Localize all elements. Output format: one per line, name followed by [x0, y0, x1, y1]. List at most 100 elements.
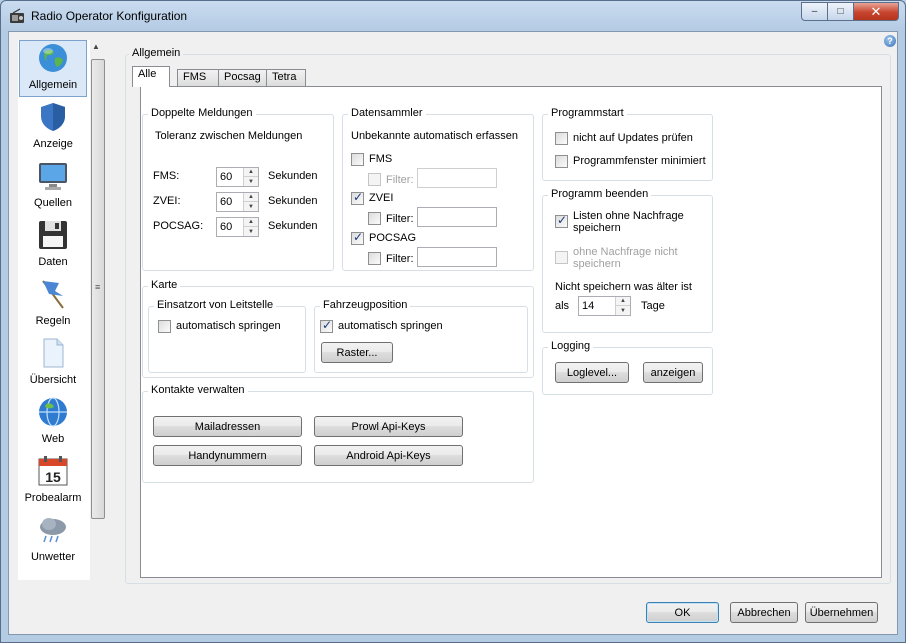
no-save-label: ohne Nachfrage nicht [573, 246, 678, 258]
handynummern-button[interactable]: Handynummern [153, 445, 302, 466]
spin-down-icon[interactable]: ▼ [616, 306, 630, 315]
programmstart-group: Programmstart nicht auf Updates prüfen P… [542, 107, 713, 181]
window-title: Radio Operator Konfiguration [31, 9, 188, 23]
spin-up-icon[interactable]: ▲ [244, 168, 258, 177]
sidebar-item-label: Regeln [35, 315, 71, 327]
sidebar-item-daten[interactable]: Daten [18, 217, 90, 273]
sidebar-item-label: Quellen [34, 197, 72, 209]
no-save-checkbox[interactable] [555, 251, 568, 264]
sidebar-item-unwetter[interactable]: Unwetter [18, 512, 90, 568]
pocsag-label: POCSAG: [153, 220, 204, 232]
save-lists-checkbox[interactable]: ✓ [555, 213, 568, 228]
pocsag-filter-input[interactable] [417, 247, 497, 267]
spin-down-icon[interactable]: ▼ [244, 177, 258, 186]
zvei-collect-checkbox[interactable]: ✓ [351, 190, 364, 205]
sidebar-scrollbar[interactable]: ▲ ≡ [90, 40, 107, 580]
minimize-button[interactable]: – [801, 2, 828, 21]
fms-label: FMS: [153, 170, 180, 182]
scroll-up-icon[interactable]: ▲ [92, 42, 100, 51]
fms-filter-label: Filter: [386, 174, 414, 186]
storm-cloud-icon [40, 518, 66, 543]
einsatzort-autojump-checkbox[interactable] [158, 320, 171, 333]
spin-up-icon[interactable]: ▲ [244, 193, 258, 202]
ok-button[interactable]: OK [646, 602, 719, 623]
android-api-keys-button[interactable]: Android Api-Keys [314, 445, 463, 466]
tolerance-label: Toleranz zwischen Meldungen [155, 130, 303, 142]
web-globe-icon [39, 397, 67, 427]
tab-alle[interactable]: Alle [132, 66, 170, 87]
tab-tetra[interactable]: Tetra [266, 69, 306, 86]
sidebar-item-quellen[interactable]: Quellen [18, 158, 90, 214]
fms-filter-checkbox[interactable] [368, 173, 381, 186]
loglevel-button[interactable]: Loglevel... [555, 362, 629, 383]
category-sidebar: Allgemein Anzeige Quellen Daten Regeln Ü… [18, 40, 90, 580]
pocsag-collect-label: POCSAG [369, 232, 417, 244]
spin-down-icon[interactable]: ▼ [244, 227, 258, 236]
spin-down-icon[interactable]: ▼ [244, 202, 258, 211]
sidebar-item-web[interactable]: Web [18, 394, 90, 450]
zvei-seconds-stepper[interactable]: 60 ▲ ▼ [216, 192, 259, 212]
sidebar-item-anzeige[interactable]: Anzeige [18, 99, 90, 155]
mailadressen-button[interactable]: Mailadressen [153, 416, 302, 437]
tab-fms[interactable]: FMS [177, 69, 219, 86]
karte-group: Karte Einsatzort von Leitstelle automati… [142, 279, 534, 378]
monitor-icon [39, 163, 67, 190]
help-icon[interactable]: ? [884, 35, 896, 47]
fms-filter-input[interactable] [417, 168, 497, 188]
pocsag-filter-label: Filter: [386, 253, 414, 265]
zvei-unit-label: Sekunden [268, 195, 318, 207]
kontakte-group: Kontakte verwalten Mailadressen Prowl Ap… [142, 384, 534, 483]
fms-seconds-stepper[interactable]: 60 ▲ ▼ [216, 167, 259, 187]
apply-button[interactable]: Übernehmen [805, 602, 878, 623]
pocsag-filter-checkbox[interactable] [368, 252, 381, 265]
save-lists-label: Listen ohne Nachfrage [573, 210, 684, 222]
group-title: Karte [148, 279, 181, 291]
pocsag-unit-label: Sekunden [268, 220, 318, 232]
sidebar-item-uebersicht[interactable]: Übersicht [18, 335, 90, 391]
als-label: als [555, 300, 570, 312]
app-window: Radio Operator Konfiguration – □ ✕ ? All… [0, 0, 906, 643]
spin-up-icon[interactable]: ▲ [244, 218, 258, 227]
dialog-button-bar: OK Abbrechen Übernehmen [9, 592, 897, 634]
sidebar-item-label: Übersicht [29, 374, 77, 386]
start-minimized-checkbox[interactable] [555, 155, 568, 168]
document-icon [43, 338, 64, 368]
tab-pocsag[interactable]: Pocsag [218, 69, 267, 86]
scrollbar-thumb[interactable]: ≡ [91, 59, 105, 519]
radio-app-icon [10, 8, 24, 23]
fms-collect-checkbox[interactable] [351, 153, 364, 166]
cancel-button[interactable]: Abbrechen [730, 602, 798, 623]
title-bar[interactable]: Radio Operator Konfiguration – □ ✕ [1, 1, 905, 31]
fahrzeugposition-group: Fahrzeugposition ✓ automatisch springen … [314, 299, 528, 373]
zvei-filter-checkbox[interactable] [368, 212, 381, 225]
older-than-label: Nicht speichern was älter ist [555, 281, 692, 293]
sidebar-item-allgemein[interactable]: Allgemein [18, 40, 90, 97]
zvei-filter-input[interactable] [417, 207, 497, 227]
sidebar-item-regeln[interactable]: Regeln [18, 276, 90, 332]
pocsag-collect-checkbox[interactable]: ✓ [351, 230, 364, 245]
fms-collect-label: FMS [369, 153, 393, 165]
fahrzeug-autojump-checkbox[interactable]: ✓ [320, 318, 333, 333]
sidebar-item-label: Unwetter [30, 551, 76, 563]
prowl-api-keys-button[interactable]: Prowl Api-Keys [314, 416, 463, 437]
close-button[interactable]: ✕ [854, 2, 899, 21]
group-title: Logging [548, 340, 594, 352]
grip-icon: ≡ [95, 282, 101, 292]
doppelte-meldungen-group: Doppelte Meldungen Toleranz zwischen Mel… [142, 107, 334, 271]
show-log-button[interactable]: anzeigen [643, 362, 703, 383]
group-title: Kontakte verwalten [148, 384, 248, 396]
calendar-day-text: 15 [45, 469, 61, 485]
shield-icon [41, 103, 65, 131]
zvei-collect-label: ZVEI [369, 192, 394, 204]
group-title: Einsatzort von Leitstelle [154, 299, 277, 311]
spin-up-icon[interactable]: ▲ [616, 297, 630, 306]
raster-button[interactable]: Raster... [321, 342, 393, 363]
no-update-check-checkbox[interactable] [555, 132, 568, 145]
maximize-button[interactable]: □ [828, 2, 854, 21]
days-unit-label: Tage [641, 300, 665, 312]
einsatzort-autojump-label: automatisch springen [176, 320, 281, 332]
days-stepper[interactable]: 14 ▲ ▼ [578, 296, 631, 316]
pocsag-seconds-stepper[interactable]: 60 ▲ ▼ [216, 217, 259, 237]
sidebar-item-probealarm[interactable]: 15 Probealarm [18, 453, 90, 509]
save-lists-label-cont: speichern [573, 222, 621, 234]
